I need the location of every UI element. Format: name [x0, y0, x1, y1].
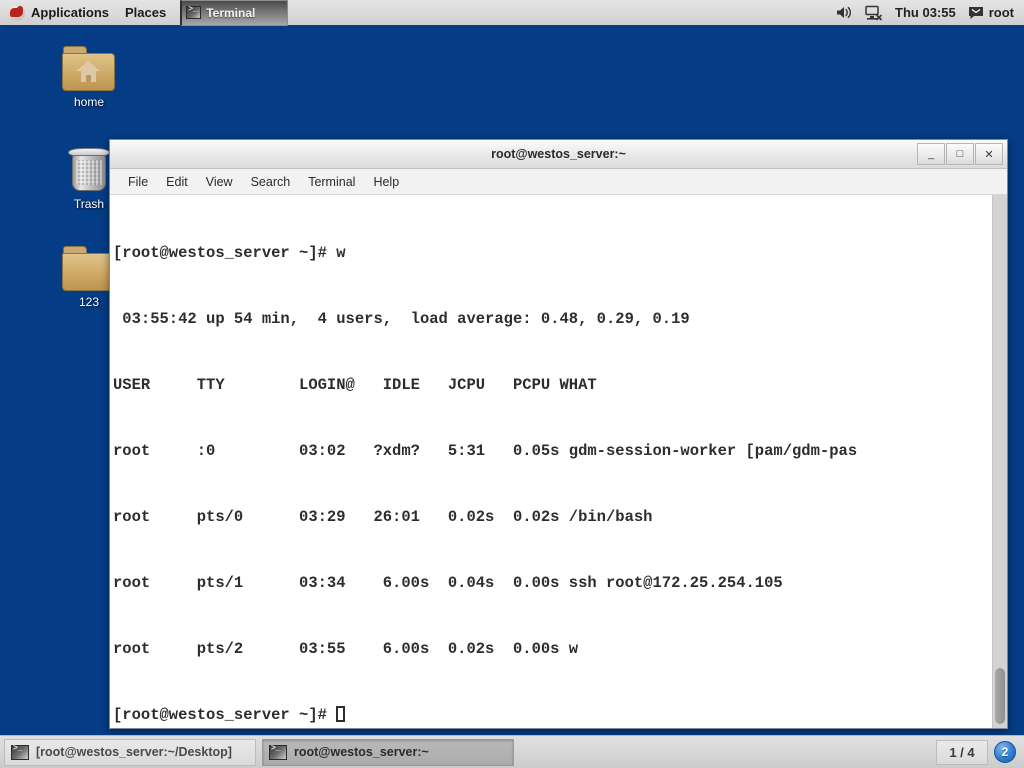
minimize-button[interactable]: _ [917, 143, 945, 165]
taskbar-item-label: root@westos_server:~ [294, 745, 429, 759]
volume-button[interactable] [836, 5, 853, 20]
window-button-terminal[interactable]: Terminal [180, 0, 289, 26]
window-title: root@westos_server:~ [491, 147, 626, 161]
trash-icon [65, 146, 113, 194]
window-titlebar[interactable]: root@westos_server:~ _ □ ✕ [110, 140, 1007, 169]
terminal-line: root :0 03:02 ?xdm? 5:31 0.05s gdm-sessi… [113, 442, 858, 460]
home-folder-icon [62, 46, 116, 92]
redhat-logo-icon [8, 4, 25, 21]
taskbar-item-desktop[interactable]: [root@westos_server:~/Desktop] [4, 738, 256, 766]
menu-view[interactable]: View [198, 172, 241, 192]
terminal-line: USER TTY LOGIN@ IDLE JCPU PCPU WHAT [113, 376, 597, 394]
desktop-icon-label: Trash [73, 197, 105, 211]
window-controls: _ □ ✕ [917, 143, 1003, 165]
terminal-content-area[interactable]: [root@westos_server ~]# w 03:55:42 up 54… [110, 195, 1007, 728]
terminal-window: root@westos_server:~ _ □ ✕ File Edit Vie… [109, 139, 1008, 729]
taskbar-item-terminal[interactable]: root@westos_server:~ [262, 738, 514, 766]
menu-file[interactable]: File [120, 172, 156, 192]
desktop-icon-label: 123 [78, 295, 100, 309]
menubar: File Edit View Search Terminal Help [110, 169, 1007, 195]
top-panel: Applications Places Terminal Thu 03:55 [0, 0, 1024, 28]
terminal-cursor [336, 706, 346, 722]
message-icon [968, 6, 983, 19]
folder-icon [62, 246, 116, 292]
terminal-line: root pts/0 03:29 26:01 0.02s 0.02s /bin/… [113, 508, 653, 526]
close-button[interactable]: ✕ [975, 143, 1003, 165]
applications-menu-label: Applications [31, 5, 110, 20]
applications-menu[interactable]: Applications [0, 0, 117, 25]
menu-help[interactable]: Help [365, 172, 407, 192]
terminal-line: [root@westos_server ~]# w [113, 244, 346, 262]
network-disconnected-icon [865, 5, 882, 20]
clock-label: Thu 03:55 [895, 5, 956, 20]
menu-terminal[interactable]: Terminal [300, 172, 363, 192]
maximize-button[interactable]: □ [946, 143, 974, 165]
user-menu[interactable]: root [968, 5, 1014, 20]
terminal-icon [186, 5, 202, 19]
system-tray: Thu 03:55 root [836, 5, 1024, 21]
places-menu[interactable]: Places [117, 0, 174, 25]
terminal-scrollbar[interactable] [992, 195, 1007, 728]
menu-edit[interactable]: Edit [158, 172, 196, 192]
window-button-label: Terminal [206, 5, 256, 20]
clock[interactable]: Thu 03:55 [895, 5, 956, 20]
terminal-line: root pts/2 03:55 6.00s 0.02s 0.00s w [113, 640, 579, 658]
places-menu-label: Places [125, 5, 167, 20]
notification-badge[interactable]: 2 [994, 741, 1016, 763]
menu-search[interactable]: Search [243, 172, 299, 192]
workspace-switcher[interactable]: 1 / 4 [936, 739, 988, 765]
terminal-icon [11, 744, 29, 760]
terminal-output[interactable]: [root@westos_server ~]# w 03:55:42 up 54… [110, 195, 992, 728]
taskbar-item-label: [root@westos_server:~/Desktop] [36, 745, 232, 759]
terminal-prompt: [root@westos_server ~]# [113, 706, 337, 724]
network-button[interactable] [865, 5, 883, 21]
terminal-line: 03:55:42 up 54 min, 4 users, load averag… [113, 310, 690, 328]
desktop-icon-home[interactable]: home [46, 46, 132, 109]
terminal-prompt-line: [root@westos_server ~]# [113, 704, 992, 726]
terminal-icon [269, 744, 287, 760]
desktop-icon-label: home [73, 95, 105, 109]
speaker-icon [837, 6, 851, 19]
user-label: root [988, 5, 1014, 20]
scrollbar-thumb[interactable] [995, 668, 1005, 724]
bottom-panel: [root@westos_server:~/Desktop] root@west… [0, 735, 1024, 768]
terminal-line: root pts/1 03:34 6.00s 0.04s 0.00s ssh r… [113, 574, 783, 592]
